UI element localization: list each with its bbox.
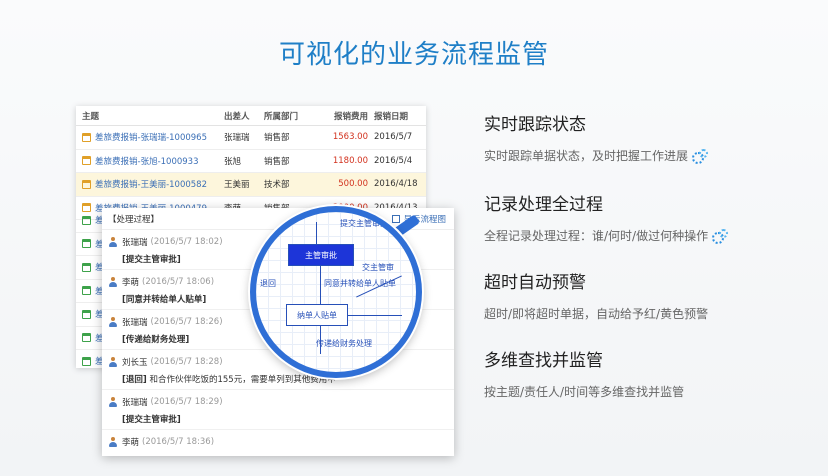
- process-entry: 张瑞瑞 (2016/5/7 18:29) [提交主管审批]: [102, 390, 454, 430]
- header-subject[interactable]: 主题: [76, 110, 224, 122]
- feature-desc: 按主题/责任人/时间等多维查找并监管: [484, 385, 685, 399]
- entry-action: [退回]: [122, 375, 147, 385]
- entry-time: (2016/5/7 18:26): [150, 316, 223, 327]
- row-subject-link[interactable]: 差旅费报销-张旭-1000933: [95, 155, 199, 167]
- entry-time: (2016/5/7 18:36): [142, 436, 215, 447]
- node-submit: 提交主管审批: [340, 219, 388, 228]
- feature-title: 实时跟踪状态: [484, 115, 586, 135]
- table-row-selected[interactable]: 差旅费报销-王美丽-1000582 王美丽 技术部 500.00 2016/4/…: [76, 173, 426, 197]
- entry-action: [提交主管审批]: [122, 255, 181, 265]
- feature-tracking: 实时跟踪状态 实时跟踪单据状态，及时把握工作进展: [484, 110, 709, 164]
- table-row[interactable]: 差旅费报销-张旭-1000933 张旭 销售部 1180.00 2016/5/4: [76, 150, 426, 173]
- calendar-icon: [82, 333, 91, 343]
- user-icon: [108, 236, 118, 247]
- flowchart-icon: [392, 215, 401, 223]
- row-date: 2016/5/4: [374, 155, 413, 166]
- calendar-icon: [82, 179, 91, 189]
- row-subject-link[interactable]: 差旅费报销-张瑞瑞-1000965: [95, 131, 207, 143]
- entry-time: (2016/5/7 18:02): [150, 236, 223, 247]
- row-department: 销售部: [264, 156, 290, 167]
- entry-user: 张瑞瑞: [122, 237, 148, 248]
- user-icon: [108, 356, 118, 367]
- table-header: 主题 出差人 所属部门 报销费用 报销日期: [76, 106, 426, 126]
- row-traveler: 张瑞瑞: [224, 133, 250, 144]
- feature-timeout-alert: 超时自动预警 超时/即将超时单据，自动给予红/黄色预警: [484, 268, 708, 322]
- feature-search: 多维查找并监管 按主题/责任人/时间等多维查找并监管: [484, 346, 684, 400]
- entry-action: [传递给财务处理]: [122, 335, 190, 345]
- gear-icon: [692, 149, 709, 164]
- header-department[interactable]: 所属部门: [264, 110, 322, 122]
- page-title: 可视化的业务流程监管: [278, 40, 549, 70]
- feature-desc: 实时跟踪单据状态，及时把握工作进展: [484, 149, 689, 163]
- row-traveler: 王美丽: [224, 180, 250, 191]
- entry-note: 和合作伙伴吃饭的155元，需要单列到其他费用中: [149, 375, 336, 385]
- feature-title: 记录处理全过程: [484, 195, 603, 215]
- table-row[interactable]: 差旅费报销-张瑞瑞-1000965 张瑞瑞 销售部 1563.00 2016/5…: [76, 126, 426, 150]
- entry-time: (2016/5/7 18:06): [142, 276, 215, 287]
- process-entry: 李萌 (2016/5/7 18:36): [102, 430, 454, 454]
- entry-action: [提交主管审批]: [122, 415, 181, 425]
- header-date[interactable]: 报销日期: [374, 110, 426, 122]
- entry-time: (2016/5/7 18:29): [150, 396, 223, 407]
- calendar-icon: [82, 215, 91, 225]
- calendar-icon: [82, 286, 91, 296]
- flow-line: [348, 315, 402, 316]
- entry-user: 李萌: [122, 437, 140, 448]
- process-title: 【处理过程】: [108, 214, 160, 225]
- entry-user: 刘长玉: [122, 357, 148, 368]
- row-department: 销售部: [264, 133, 290, 144]
- node-finance: 传递给财务处理: [316, 339, 372, 348]
- flow-line: [316, 222, 317, 244]
- flow-line: [320, 266, 321, 306]
- entry-user: 张瑞瑞: [122, 397, 148, 408]
- node-manager-approval: 主管审批: [288, 244, 354, 266]
- header-amount[interactable]: 报销费用: [322, 110, 374, 122]
- user-icon: [108, 396, 118, 407]
- row-subject-link[interactable]: 差旅费报销-王美丽-1000582: [95, 178, 207, 190]
- node-return: 退回: [260, 279, 276, 288]
- feature-recording: 记录处理全过程 全程记录处理过程：谁/何时/做过何种操作: [484, 190, 729, 244]
- entry-action: [同意并转给单人贴单]: [122, 295, 207, 305]
- entry-user: 李萌: [122, 277, 140, 288]
- row-date: 2016/5/7: [374, 132, 413, 143]
- node-resubmit: 交主管审: [362, 263, 394, 272]
- feature-desc: 全程记录处理过程：谁/何时/做过何种操作: [484, 229, 709, 243]
- row-amount: 1563.00: [332, 132, 368, 143]
- gear-icon: [712, 229, 729, 244]
- row-traveler: 张旭: [224, 156, 242, 167]
- row-department: 技术部: [264, 180, 290, 191]
- flowchart-magnifier: 提交主管审批 主管审批 退回 同意并转给单人贴单 交主管审 纳单人贴单 传递给财…: [250, 206, 422, 378]
- header-traveler[interactable]: 出差人: [224, 110, 264, 122]
- user-icon: [108, 436, 118, 447]
- calendar-icon: [82, 239, 91, 249]
- feature-title: 多维查找并监管: [484, 351, 603, 371]
- feature-desc: 超时/即将超时单据，自动给予红/黄色预警: [484, 307, 709, 321]
- feature-title: 超时自动预警: [484, 273, 586, 293]
- row-amount: 1180.00: [332, 155, 368, 166]
- calendar-icon: [82, 262, 91, 272]
- row-date: 2016/4/18: [374, 179, 418, 190]
- calendar-icon: [82, 156, 91, 166]
- entry-user: 张瑞瑞: [122, 317, 148, 328]
- user-icon: [108, 316, 118, 327]
- entry-time: (2016/5/7 18:28): [150, 356, 223, 367]
- calendar-icon: [82, 132, 91, 142]
- calendar-icon: [82, 309, 91, 319]
- row-amount: 500.00: [338, 179, 368, 190]
- node-pasting: 纳单人贴单: [286, 304, 348, 326]
- calendar-icon: [82, 356, 91, 366]
- user-icon: [108, 276, 118, 287]
